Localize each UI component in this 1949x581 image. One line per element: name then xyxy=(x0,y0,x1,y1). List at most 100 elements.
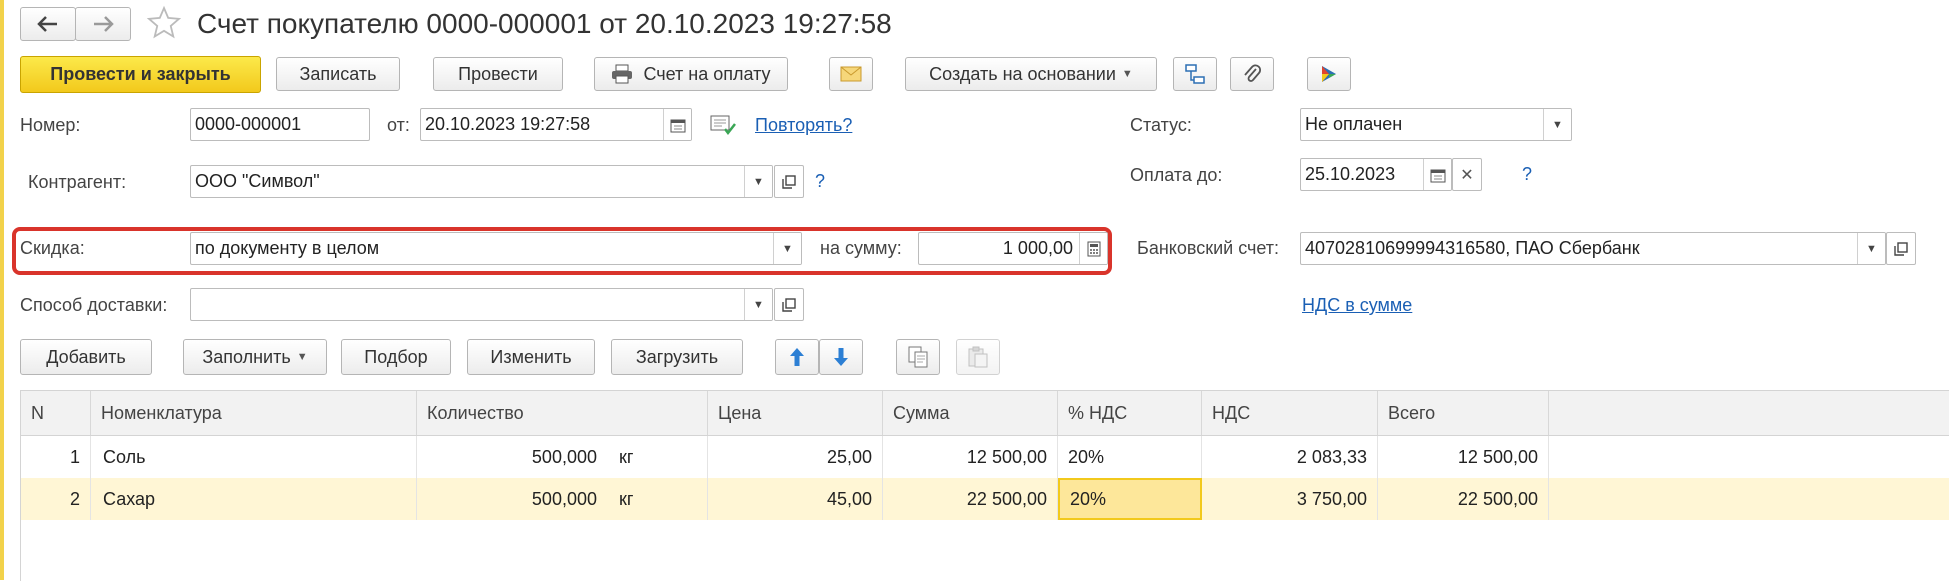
repeat-link[interactable]: Повторять? xyxy=(755,115,852,136)
from-label: от: xyxy=(387,115,410,135)
calendar-button[interactable] xyxy=(663,109,691,140)
column-header-price[interactable]: Цена xyxy=(708,391,883,435)
row-unit[interactable]: кг xyxy=(607,436,708,478)
row-vat-rate[interactable]: 20% xyxy=(1058,436,1202,478)
favorite-star-icon[interactable] xyxy=(146,5,182,46)
row-unit[interactable]: кг xyxy=(607,478,708,520)
move-up-button[interactable] xyxy=(775,339,819,375)
number-label: Номер: xyxy=(20,115,81,135)
row-price[interactable]: 45,00 xyxy=(708,478,883,520)
row-item[interactable]: Сахар xyxy=(91,478,417,520)
counterparty-open-button[interactable] xyxy=(774,165,804,198)
email-button[interactable] xyxy=(829,57,873,91)
table-row[interactable]: 1 Соль 500,000 кг 25,00 12 500,00 20% 2 … xyxy=(21,436,1949,478)
fill-label: Заполнить xyxy=(202,346,291,367)
discount-sum-label: на сумму: xyxy=(820,238,902,258)
row-price[interactable]: 25,00 xyxy=(708,436,883,478)
bank-account-select[interactable]: 40702810699994316580, ПАО Сбербанк ▼ xyxy=(1300,232,1886,265)
column-header-quantity[interactable]: Количество xyxy=(417,391,708,435)
back-button[interactable] xyxy=(20,7,76,41)
forward-button[interactable] xyxy=(75,7,131,41)
post-and-close-button[interactable]: Провести и закрыть xyxy=(20,56,261,93)
change-button[interactable]: Изменить xyxy=(467,339,595,375)
arrow-left-icon xyxy=(37,16,57,32)
bank-account-dropdown-button[interactable]: ▼ xyxy=(1857,233,1885,264)
column-header-vat[interactable]: НДС xyxy=(1202,391,1378,435)
load-button[interactable]: Загрузить xyxy=(611,339,743,375)
vat-included-link[interactable]: НДС в сумме xyxy=(1302,295,1412,316)
row-vat[interactable]: 3 750,00 xyxy=(1202,478,1378,520)
row-vat[interactable]: 2 083,33 xyxy=(1202,436,1378,478)
arrow-down-icon xyxy=(834,348,848,366)
edo-button[interactable] xyxy=(1307,57,1351,91)
pay-until-help[interactable]: ? xyxy=(1522,164,1532,185)
column-header-vat-rate[interactable]: % НДС xyxy=(1058,391,1202,435)
copy-rows-button[interactable] xyxy=(896,339,940,375)
attach-button[interactable] xyxy=(1230,57,1274,91)
row-total[interactable]: 12 500,00 xyxy=(1378,436,1549,478)
print-invoice-button[interactable]: Счет на оплату xyxy=(594,57,788,91)
fill-button[interactable]: Заполнить ▼ xyxy=(183,339,327,375)
row-vat-rate-active[interactable]: 20% xyxy=(1058,478,1202,520)
move-down-button[interactable] xyxy=(819,339,863,375)
row-sum[interactable]: 12 500,00 xyxy=(883,436,1058,478)
row-sum[interactable]: 22 500,00 xyxy=(883,478,1058,520)
create-based-on-button[interactable]: Создать на основании ▼ xyxy=(905,57,1157,91)
column-header-total[interactable]: Всего xyxy=(1378,391,1549,435)
column-header-item[interactable]: Номенклатура xyxy=(91,391,417,435)
status-select[interactable]: Не оплачен ▼ xyxy=(1300,108,1572,141)
delivery-open-button[interactable] xyxy=(774,288,804,321)
add-row-button[interactable]: Добавить xyxy=(20,339,152,375)
column-header-n[interactable]: N xyxy=(21,391,91,435)
page-title: Счет покупателю 0000-000001 от 20.10.202… xyxy=(197,8,892,39)
paste-icon xyxy=(968,346,988,368)
counterparty-dropdown-button[interactable]: ▼ xyxy=(744,166,772,197)
counterparty-help[interactable]: ? xyxy=(815,171,825,192)
open-window-icon xyxy=(782,174,796,189)
counterparty-value: ООО "Символ" xyxy=(195,171,320,191)
table-row-selected[interactable]: 2 Сахар 500,000 кг 45,00 22 500,00 20% 3… xyxy=(21,478,1949,520)
chevron-down-icon: ▼ xyxy=(753,175,764,188)
chevron-down-icon: ▼ xyxy=(753,298,764,311)
discount-value: по документу в целом xyxy=(195,238,380,258)
create-based-on-label: Создать на основании xyxy=(929,63,1116,84)
discount-select[interactable]: по документу в целом ▼ xyxy=(190,232,802,265)
counterparty-label: Контрагент: xyxy=(28,172,127,192)
clear-x-icon: ✕ xyxy=(1460,166,1474,184)
pay-until-label: Оплата до: xyxy=(1130,165,1223,185)
chevron-down-icon: ▼ xyxy=(1121,68,1133,80)
pay-until-calendar-button[interactable] xyxy=(1423,159,1451,190)
status-label: Статус: xyxy=(1130,115,1192,135)
paste-rows-button[interactable] xyxy=(956,339,1000,375)
discount-dropdown-button[interactable]: ▼ xyxy=(773,233,801,264)
bank-account-open-button[interactable] xyxy=(1886,232,1916,265)
discount-label: Скидка: xyxy=(20,238,85,258)
pay-until-field[interactable]: 25.10.2023 xyxy=(1300,158,1452,191)
chevron-down-icon: ▼ xyxy=(1552,118,1563,131)
counterparty-select[interactable]: ООО "Символ" ▼ xyxy=(190,165,773,198)
discount-sum-field[interactable]: 1 000,00 xyxy=(918,232,1108,265)
structure-button[interactable] xyxy=(1173,57,1217,91)
save-button[interactable]: Записать xyxy=(276,57,400,91)
date-field[interactable]: 20.10.2023 19:27:58 xyxy=(420,108,692,141)
window-edge xyxy=(0,0,4,580)
arrow-right-icon xyxy=(94,16,114,32)
table-header: N Номенклатура Количество Цена Сумма % Н… xyxy=(21,391,1949,436)
calculator-button[interactable] xyxy=(1079,233,1107,264)
status-dropdown-button[interactable]: ▼ xyxy=(1543,109,1571,140)
open-window-icon xyxy=(1894,241,1908,256)
pick-button[interactable]: Подбор xyxy=(341,339,451,375)
row-quantity[interactable]: 500,000 xyxy=(417,478,607,520)
calculator-icon xyxy=(1087,241,1100,256)
post-button[interactable]: Провести xyxy=(433,57,563,91)
row-total[interactable]: 22 500,00 xyxy=(1378,478,1549,520)
goods-table[interactable]: N Номенклатура Количество Цена Сумма % Н… xyxy=(20,390,1949,581)
delivery-method-select[interactable]: ▼ xyxy=(190,288,773,321)
row-quantity[interactable]: 500,000 xyxy=(417,436,607,478)
number-field[interactable]: 0000-000001 xyxy=(190,108,370,141)
status-value: Не оплачен xyxy=(1305,114,1403,134)
delivery-dropdown-button[interactable]: ▼ xyxy=(744,289,772,320)
column-header-sum[interactable]: Сумма xyxy=(883,391,1058,435)
pay-until-clear-button[interactable]: ✕ xyxy=(1452,158,1482,191)
row-item[interactable]: Соль xyxy=(91,436,417,478)
